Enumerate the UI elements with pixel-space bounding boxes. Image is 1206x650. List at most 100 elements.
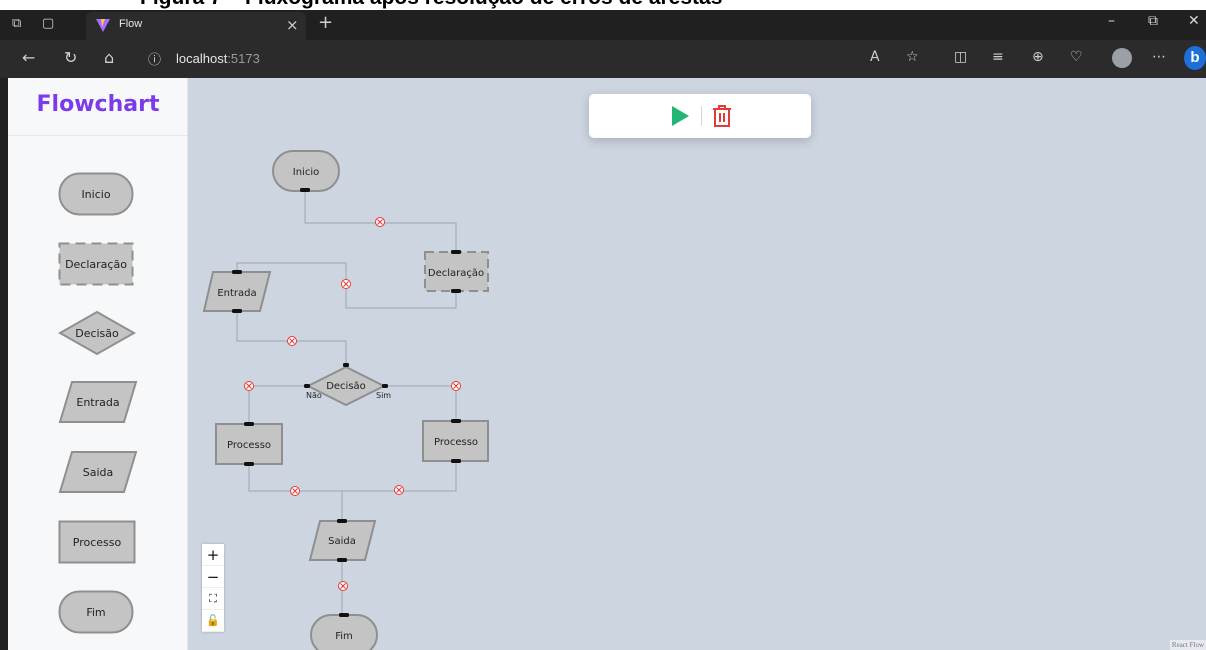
shape-palette-sidebar: Flowchart Inicio Declaração Decisão Entr… xyxy=(8,78,188,650)
node-handle[interactable] xyxy=(232,270,242,274)
edge-delete-icon[interactable] xyxy=(341,279,351,289)
vite-logo-icon xyxy=(96,19,110,32)
flow-canvas[interactable]: Inicio Declaração Entrada Decisão Não Si… xyxy=(188,78,1206,650)
node-entrada-label: Entrada xyxy=(217,288,256,299)
node-processo-left-label: Processo xyxy=(227,440,271,451)
collections-icon[interactable]: ⊕ xyxy=(1032,49,1044,65)
node-handle-sim[interactable] xyxy=(382,384,388,388)
favorites-list-icon[interactable]: ≡ xyxy=(992,49,1004,65)
edge-delete-icon[interactable] xyxy=(394,485,404,495)
edge-delete-icon[interactable] xyxy=(287,336,297,346)
more-menu-icon[interactable]: ⋯ xyxy=(1152,49,1166,65)
node-fim[interactable]: Fim xyxy=(310,613,378,650)
restore-icon[interactable]: ⧉ xyxy=(1148,13,1158,29)
node-inicio[interactable]: Inicio xyxy=(272,150,340,192)
node-declaracao[interactable]: Declaração xyxy=(424,250,489,293)
node-handle[interactable] xyxy=(451,250,461,254)
lock-button[interactable]: 🔓 xyxy=(202,610,224,632)
palette-item-decisao[interactable]: Decisão xyxy=(58,310,136,356)
edge-decisao-nao-processo[interactable] xyxy=(248,385,306,423)
zoom-controls: + − ⛶ 🔓 xyxy=(202,544,224,632)
node-declaracao-label: Declaração xyxy=(428,268,484,279)
palette-item-declaracao[interactable]: Declaração xyxy=(58,242,134,286)
document-caption: Figura 7 – Fluxograma após resolução de … xyxy=(0,0,1206,10)
edge-delete-icon[interactable] xyxy=(375,217,385,227)
node-saida[interactable]: Saida xyxy=(308,519,377,562)
palette-label: Entrada xyxy=(76,395,120,409)
toolbar-divider xyxy=(701,106,702,126)
decision-no-label: Não xyxy=(306,391,322,400)
node-handle[interactable] xyxy=(337,519,347,523)
node-handle[interactable] xyxy=(451,289,461,293)
palette-label: Processo xyxy=(72,535,122,549)
close-window-icon[interactable]: ✕ xyxy=(1188,13,1200,29)
node-saida-label: Saida xyxy=(328,536,356,547)
home-icon[interactable]: ⌂ xyxy=(104,48,114,67)
address-bar: ← ↻ ⌂ ⓘ localhost:5173 A ☆ ◫ ≡ ⊕ ♡ ⋯ b xyxy=(0,40,1206,78)
palette-label: Inicio xyxy=(81,187,111,201)
node-handle[interactable] xyxy=(300,188,310,192)
palette-item-entrada[interactable]: Entrada xyxy=(58,380,138,424)
app-title: Flowchart xyxy=(8,78,188,136)
zoom-out-button[interactable]: − xyxy=(202,566,224,588)
url-host: localhost xyxy=(176,51,228,66)
new-tab-button[interactable]: + xyxy=(318,12,333,33)
workspaces-icon[interactable]: ⧉ xyxy=(12,16,21,31)
node-handle[interactable] xyxy=(451,459,461,463)
decision-yes-label: Sim xyxy=(376,391,391,400)
url-field[interactable]: ⓘ localhost:5173 xyxy=(140,45,1180,73)
play-icon[interactable] xyxy=(669,105,691,127)
url-port: :5173 xyxy=(227,51,260,66)
node-handle[interactable] xyxy=(244,422,254,426)
flow-diagram[interactable]: Inicio Declaração Entrada Decisão Não Si… xyxy=(188,78,1206,650)
node-handle[interactable] xyxy=(339,613,349,617)
palette-item-inicio[interactable]: Inicio xyxy=(58,172,134,216)
refresh-icon[interactable]: ↻ xyxy=(64,48,77,67)
performance-icon[interactable]: ♡ xyxy=(1070,49,1083,65)
react-flow-attribution[interactable]: React Flow xyxy=(1169,640,1206,650)
browser-tab[interactable]: Flow × xyxy=(86,12,306,40)
zoom-in-button[interactable]: + xyxy=(202,544,224,566)
edge-delete-icon[interactable] xyxy=(290,486,300,496)
trash-icon[interactable] xyxy=(711,104,733,128)
node-processo-right[interactable]: Processo xyxy=(422,419,489,463)
flowchart-app: Flowchart Inicio Declaração Decisão Entr… xyxy=(0,78,1206,650)
read-aloud-icon[interactable]: A xyxy=(870,49,880,65)
node-processo-left[interactable]: Processo xyxy=(215,422,283,466)
fit-view-button[interactable]: ⛶ xyxy=(202,588,224,610)
palette-item-processo[interactable]: Processo xyxy=(58,520,136,564)
back-icon[interactable]: ← xyxy=(22,48,35,67)
site-info-icon[interactable]: ⓘ xyxy=(148,49,161,68)
tab-actions-icon[interactable]: ▢ xyxy=(42,16,54,31)
edge-delete-icon[interactable] xyxy=(244,381,254,391)
node-handle[interactable] xyxy=(232,309,242,313)
tab-bar: ⧉ ▢ Flow × + – ⧉ ✕ xyxy=(0,10,1206,40)
palette-label: Saida xyxy=(82,465,114,479)
node-processo-right-label: Processo xyxy=(434,437,478,448)
split-screen-icon[interactable]: ◫ xyxy=(954,49,967,65)
profile-avatar[interactable] xyxy=(1112,48,1132,68)
palette-label: Decisão xyxy=(75,326,119,340)
node-decisao[interactable]: Decisão Não Sim xyxy=(304,363,391,407)
node-entrada[interactable]: Entrada xyxy=(202,270,272,313)
node-inicio-label: Inicio xyxy=(293,167,319,178)
palette-item-fim[interactable]: Fim xyxy=(58,590,134,634)
node-handle[interactable] xyxy=(337,558,347,562)
palette-label: Declaração xyxy=(65,257,127,271)
edge-decisao-sim-processo[interactable] xyxy=(385,385,457,420)
palette-item-saida[interactable]: Saida xyxy=(58,450,138,494)
copilot-icon[interactable]: b xyxy=(1184,46,1206,70)
edge-delete-icon[interactable] xyxy=(451,381,461,391)
favorite-star-icon[interactable]: ☆ xyxy=(906,49,919,65)
minimize-icon[interactable]: – xyxy=(1108,13,1115,29)
node-handle-nao[interactable] xyxy=(304,384,310,388)
node-handle[interactable] xyxy=(244,462,254,466)
node-decisao-label: Decisão xyxy=(326,381,366,392)
node-handle[interactable] xyxy=(343,363,349,367)
edge-delete-icon[interactable] xyxy=(338,581,348,591)
palette-label: Fim xyxy=(86,605,106,619)
tab-close-icon[interactable]: × xyxy=(286,16,299,34)
flow-toolbar xyxy=(589,94,811,138)
node-handle[interactable] xyxy=(451,419,461,423)
tab-title: Flow xyxy=(119,18,143,30)
